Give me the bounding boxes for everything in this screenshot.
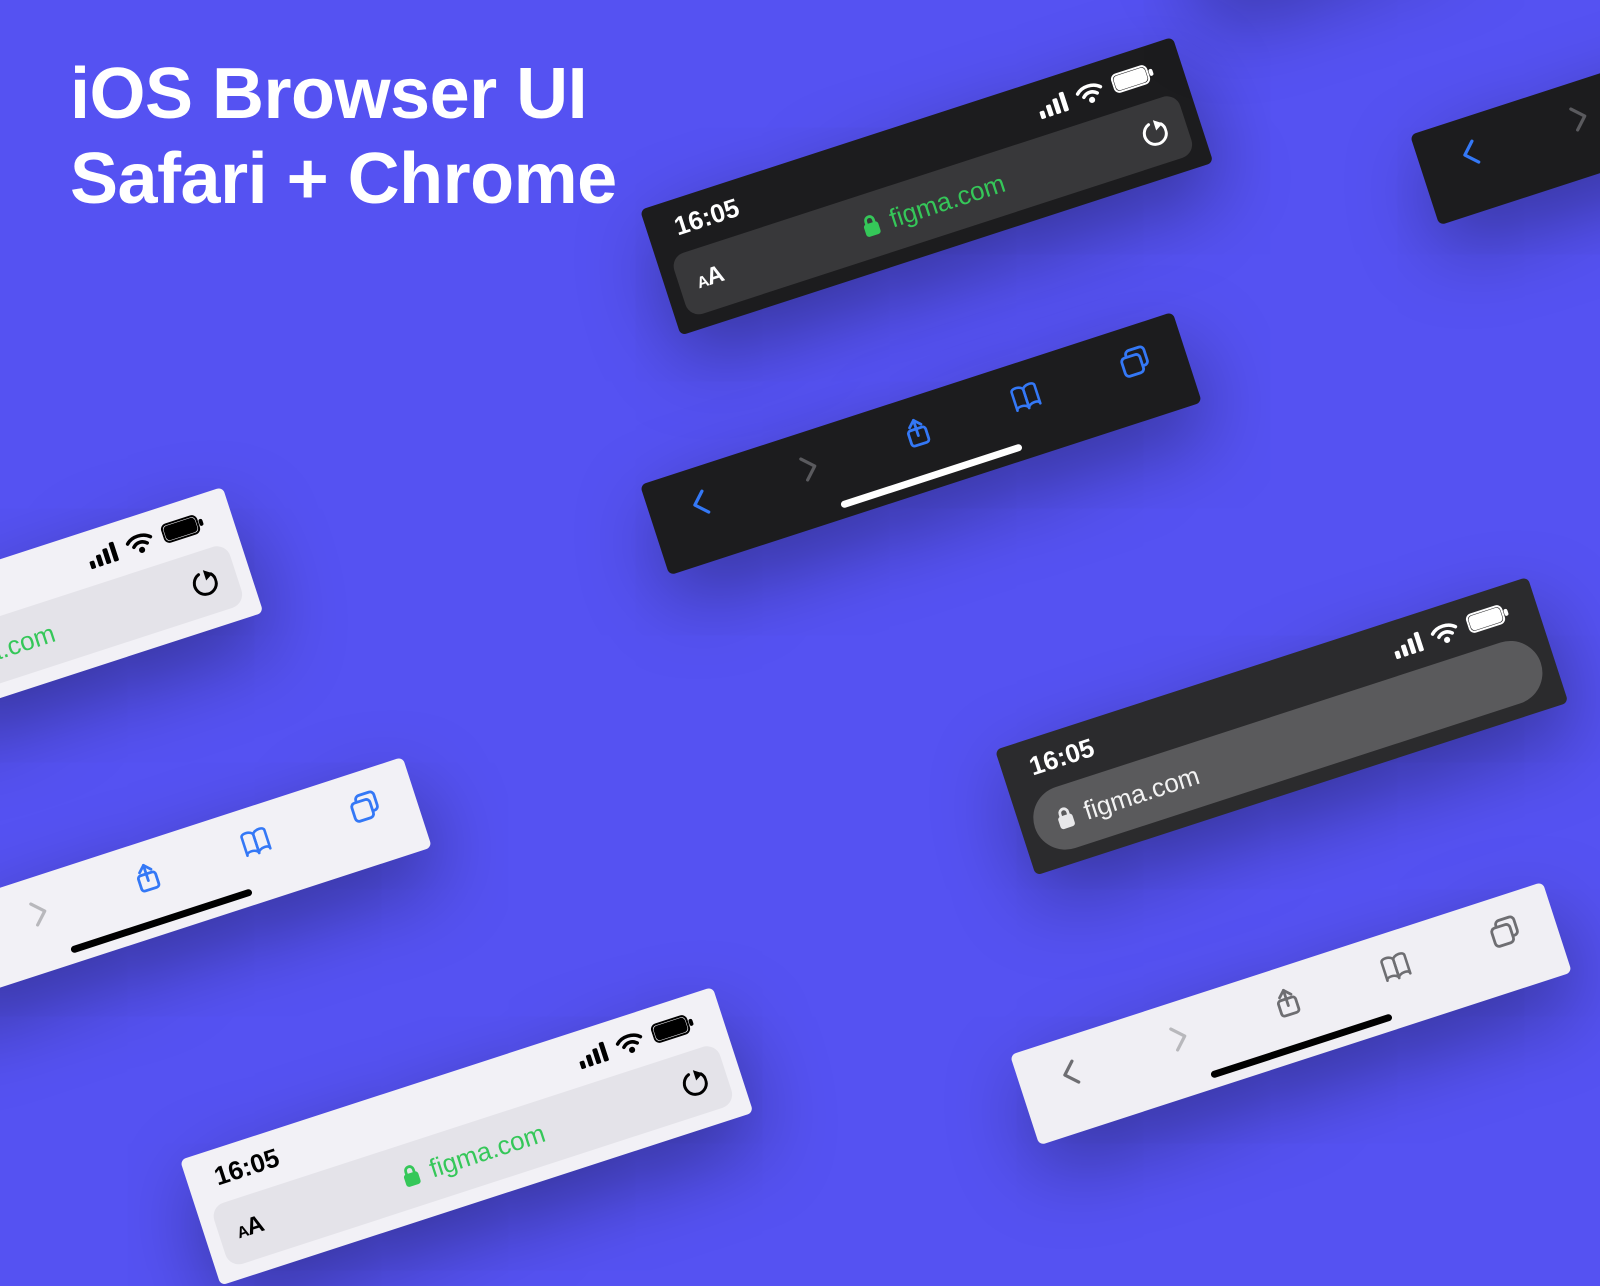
tabs-button[interactable] <box>1481 912 1528 953</box>
title-line-2: Safari + Chrome <box>70 137 617 222</box>
chevron-right-icon <box>1162 1020 1196 1057</box>
reload-icon <box>678 1067 711 1100</box>
chevron-right-icon <box>1562 100 1596 137</box>
wifi-icon <box>1428 618 1461 648</box>
wifi-icon <box>1073 78 1106 108</box>
cellular-icon <box>575 1039 610 1069</box>
share-icon <box>1269 983 1306 1022</box>
chrome-light-bottom <box>1010 882 1572 1145</box>
lock-icon <box>398 1161 424 1190</box>
lock-icon <box>858 211 884 240</box>
forward-button[interactable] <box>1555 97 1600 138</box>
share-button[interactable] <box>1263 981 1311 1024</box>
book-icon <box>1007 379 1045 417</box>
text-size-button[interactable]: AA <box>233 1210 267 1245</box>
safari-light-top: 16:05 AA figma.com <box>0 487 263 786</box>
forward-button[interactable] <box>785 447 832 488</box>
chevron-right-icon <box>22 895 56 932</box>
book-icon <box>1377 949 1415 987</box>
promo-title: iOS Browser UI Safari + Chrome <box>70 52 617 222</box>
tabs-button[interactable] <box>341 787 388 828</box>
status-time: 16:05 <box>670 192 743 242</box>
reload-button[interactable] <box>678 1067 711 1100</box>
battery-icon <box>1464 600 1513 636</box>
battery-icon <box>1109 60 1158 96</box>
forward-button[interactable] <box>15 892 62 933</box>
cellular-icon <box>1390 629 1425 659</box>
status-time: 16:05 <box>210 1142 283 1192</box>
share-button[interactable] <box>893 411 941 454</box>
safari-dark-bottom-2 <box>1410 0 1600 225</box>
address-domain: figma.com <box>0 617 59 684</box>
bookmarks-button[interactable] <box>1002 377 1049 418</box>
reload-icon <box>188 567 221 600</box>
safari-light-bottom <box>0 757 432 1020</box>
title-line-1: iOS Browser UI <box>70 52 617 137</box>
cellular-icon <box>1035 89 1070 119</box>
reload-button[interactable] <box>188 567 221 600</box>
safari-dark-partial: 16:05 AA figma.com <box>1165 0 1600 1</box>
share-icon <box>129 858 166 897</box>
forward-button[interactable] <box>1155 1017 1202 1058</box>
tabs-icon <box>345 788 383 826</box>
bookmarks-button[interactable] <box>232 822 279 863</box>
safari-dark-bottom <box>640 312 1202 575</box>
chevron-right-icon <box>792 450 826 487</box>
battery-icon <box>649 1010 698 1046</box>
back-button[interactable] <box>1047 1053 1094 1094</box>
lock-icon <box>1052 803 1078 832</box>
chevron-left-icon <box>1454 135 1488 172</box>
battery-icon <box>159 510 208 546</box>
bottom-toolbar <box>1410 0 1600 203</box>
chevron-left-icon <box>1054 1055 1088 1092</box>
bottom-toolbar <box>640 312 1195 554</box>
chrome-dark-top: 16:05 figma.com <box>995 577 1568 876</box>
reload-button[interactable] <box>1138 117 1171 150</box>
status-time: 16:05 <box>1025 732 1098 782</box>
safari-light-top-2: 16:05 AA figma.com <box>180 987 753 1286</box>
back-button[interactable] <box>677 483 724 524</box>
bottom-toolbar <box>0 757 425 999</box>
bookmarks-button[interactable] <box>1372 947 1419 988</box>
text-size-button[interactable]: AA <box>693 260 727 295</box>
bottom-toolbar <box>1010 882 1565 1124</box>
tabs-icon <box>1485 913 1523 951</box>
book-icon <box>237 824 275 862</box>
share-icon <box>899 413 936 452</box>
reload-icon <box>1138 117 1171 150</box>
share-button[interactable] <box>123 856 171 899</box>
cellular-icon <box>85 539 120 569</box>
wifi-icon <box>123 528 156 558</box>
tabs-icon <box>1115 343 1153 381</box>
wifi-icon <box>613 1028 646 1058</box>
safari-dark-top: 16:05 AA figma.com <box>640 37 1213 336</box>
chevron-left-icon <box>684 485 718 522</box>
tabs-button[interactable] <box>1111 342 1158 383</box>
back-button[interactable] <box>1447 133 1494 174</box>
